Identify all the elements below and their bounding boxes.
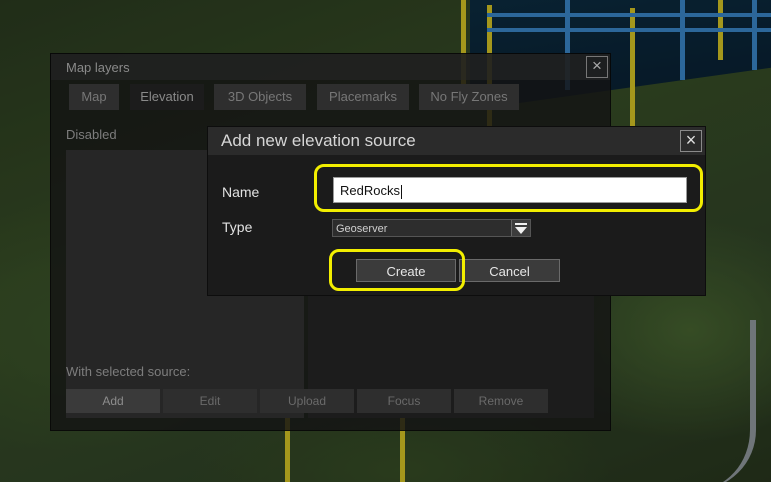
remove-button[interactable]: Remove bbox=[454, 389, 548, 413]
dialog-close-icon[interactable]: × bbox=[680, 130, 702, 152]
type-select[interactable]: Geoserver bbox=[332, 219, 531, 237]
panel-close-icon[interactable]: × bbox=[586, 56, 608, 78]
create-button-highlight bbox=[329, 249, 465, 291]
tab-elevation[interactable]: Elevation bbox=[130, 84, 204, 110]
name-input-highlight bbox=[314, 164, 703, 212]
with-selected-label: With selected source: bbox=[66, 364, 191, 379]
panel-title: Map layers bbox=[66, 60, 130, 75]
tab-map[interactable]: Map bbox=[69, 84, 119, 110]
dialog-titlebar: Add new elevation source × bbox=[208, 127, 705, 155]
panel-titlebar: Map layers × bbox=[51, 54, 610, 80]
type-label: Type bbox=[222, 219, 253, 235]
tab-3d-objects[interactable]: 3D Objects bbox=[214, 84, 306, 110]
dialog-title: Add new elevation source bbox=[221, 131, 416, 150]
disabled-label: Disabled bbox=[66, 127, 117, 142]
add-button[interactable]: Add bbox=[66, 389, 160, 413]
dropdown-arrow-icon[interactable] bbox=[511, 220, 530, 236]
cancel-button[interactable]: Cancel bbox=[459, 259, 560, 282]
type-select-value: Geoserver bbox=[336, 223, 388, 235]
edit-button[interactable]: Edit bbox=[163, 389, 257, 413]
tab-no-fly-zones[interactable]: No Fly Zones bbox=[419, 84, 519, 110]
tab-placemarks[interactable]: Placemarks bbox=[317, 84, 409, 110]
focus-button[interactable]: Focus bbox=[357, 389, 451, 413]
name-label: Name bbox=[222, 184, 260, 200]
upload-button[interactable]: Upload bbox=[260, 389, 354, 413]
